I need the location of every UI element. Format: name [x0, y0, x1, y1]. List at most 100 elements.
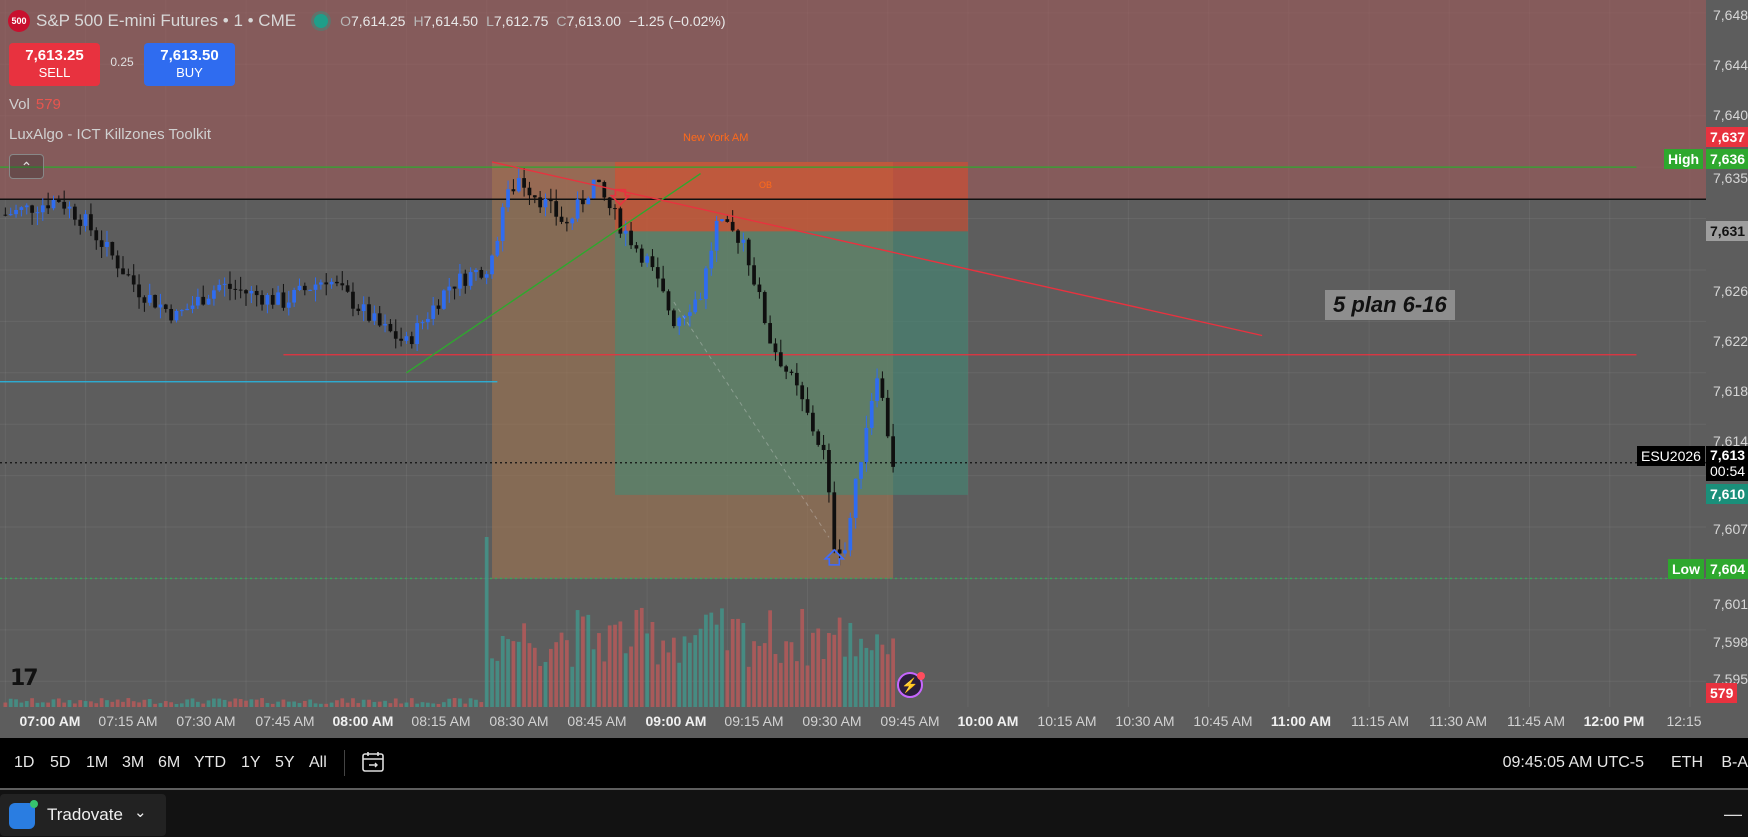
volume-bar	[800, 608, 805, 707]
time-axis[interactable]: 07:00 AM 07:15 AM 07:30 AM 07:45 AM 08:0…	[0, 707, 1706, 738]
volume-bar	[688, 642, 692, 707]
candle-body	[431, 305, 436, 319]
price-axis[interactable]: 7,648 7,644 7,640 7,635 7,626 7,622 7,61…	[1706, 0, 1748, 738]
last-price: 7,613	[1710, 447, 1746, 463]
candle-body	[415, 323, 420, 345]
candle-body	[196, 296, 200, 306]
plan-text-annotation[interactable]: 5 plan 6-16	[1325, 290, 1455, 320]
volume-bar	[789, 642, 794, 707]
candle-body	[613, 208, 617, 210]
tradingview-logo-icon[interactable]: 17	[10, 666, 54, 691]
candle-body	[853, 478, 858, 518]
range-ytd-button[interactable]: YTD	[194, 754, 226, 772]
volume-bar	[217, 698, 222, 707]
minimize-icon[interactable]: —	[1724, 804, 1742, 825]
time-tick: 07:30 AM	[176, 713, 236, 729]
volume-bar	[559, 632, 564, 707]
price-tag-631: 7,631	[1706, 221, 1748, 241]
price-tick: 7,640	[1713, 107, 1748, 123]
open-label: O	[340, 13, 351, 29]
candle-body	[302, 285, 307, 291]
volume-bar	[837, 617, 842, 707]
candle-body	[468, 272, 473, 286]
volume-bar	[848, 622, 853, 707]
candle-body	[99, 240, 104, 247]
price-tick: 7,598	[1713, 634, 1748, 650]
volume-legend[interactable]: Vol 579	[9, 96, 61, 113]
range-all-button[interactable]: All	[309, 754, 327, 772]
candle-body	[709, 250, 714, 269]
candle-body	[8, 214, 13, 216]
indicator-legend[interactable]: LuxAlgo - ICT Killzones Toolkit	[9, 126, 211, 143]
candle-body	[730, 221, 735, 231]
volume-bar	[474, 699, 478, 707]
clock-timezone[interactable]: 09:45:05 AM UTC-5	[1503, 754, 1644, 772]
volume-bar	[811, 632, 815, 707]
volume-bar	[618, 621, 623, 707]
candle-body	[324, 282, 329, 285]
candle-body	[265, 295, 270, 305]
time-tick: 07:45 AM	[255, 713, 315, 729]
price-tick: 7,644	[1713, 57, 1748, 73]
volume-bar	[260, 698, 264, 707]
candle-body	[666, 291, 671, 311]
buy-button[interactable]: 7,613.50 BUY	[144, 43, 235, 86]
calendar-range-icon[interactable]	[361, 750, 385, 774]
range-1m-button[interactable]: 1M	[86, 754, 108, 772]
candle-body	[356, 308, 361, 311]
volume-bar	[522, 623, 526, 707]
candle-body	[869, 400, 874, 428]
candle-body	[565, 221, 569, 224]
price-chart[interactable]	[0, 0, 1706, 738]
volume-bar	[490, 658, 494, 707]
volume-bar	[784, 641, 789, 707]
range-1d-button[interactable]: 1D	[14, 754, 34, 772]
session-toggle[interactable]: ETH	[1671, 754, 1703, 772]
volume-bar	[768, 610, 772, 707]
candle-body	[522, 178, 526, 188]
spread-value: 0.25	[110, 55, 134, 69]
volume-bar	[693, 635, 698, 707]
symbol-title[interactable]: S&P 500 E-mini Futures • 1 • CME	[36, 11, 296, 31]
range-6m-button[interactable]: 6M	[158, 754, 180, 772]
candle-body	[297, 285, 302, 291]
range-1y-button[interactable]: 1Y	[241, 754, 261, 772]
candle-body	[864, 427, 869, 463]
volume-bar	[586, 614, 591, 707]
price-tick: 7,601	[1713, 596, 1748, 612]
volume-bar	[78, 700, 83, 707]
collapse-legend-button[interactable]: ⌃	[9, 154, 44, 179]
tradovate-task-button[interactable]: Tradovate ⌄	[0, 794, 166, 836]
candle-body	[126, 274, 131, 276]
range-5y-button[interactable]: 5Y	[275, 754, 295, 772]
volume-bar	[8, 698, 13, 707]
volume-bar	[393, 698, 398, 707]
candle-body	[447, 286, 452, 291]
candle-body	[827, 450, 831, 493]
bid-ask-toggle[interactable]: B-A	[1721, 754, 1748, 772]
candle-body	[377, 313, 382, 326]
candle-body	[179, 310, 184, 312]
range-5d-button[interactable]: 5D	[50, 754, 70, 772]
candle-body	[741, 239, 746, 243]
candle-body	[661, 278, 666, 292]
chart-header: 500 S&P 500 E-mini Futures • 1 • CME O7,…	[8, 10, 726, 32]
volume-bar	[142, 699, 147, 707]
buy-price: 7,613.50	[160, 47, 219, 64]
range-3m-button[interactable]: 3M	[122, 754, 144, 772]
candle-body	[335, 281, 339, 284]
candle-body	[762, 292, 767, 324]
buy-label: BUY	[176, 65, 203, 80]
candle-body	[147, 294, 152, 303]
candle-body	[185, 308, 190, 311]
candle-body	[720, 219, 724, 221]
candle-body	[511, 189, 516, 192]
volume-bar	[458, 698, 462, 707]
volume-bar	[832, 634, 837, 707]
volume-bar	[661, 640, 666, 707]
candle-body	[115, 255, 120, 269]
volume-bar	[527, 643, 532, 707]
sell-button[interactable]: 7,613.25 SELL	[9, 43, 100, 86]
volume-bar	[30, 698, 34, 707]
volume-bar	[746, 666, 751, 707]
